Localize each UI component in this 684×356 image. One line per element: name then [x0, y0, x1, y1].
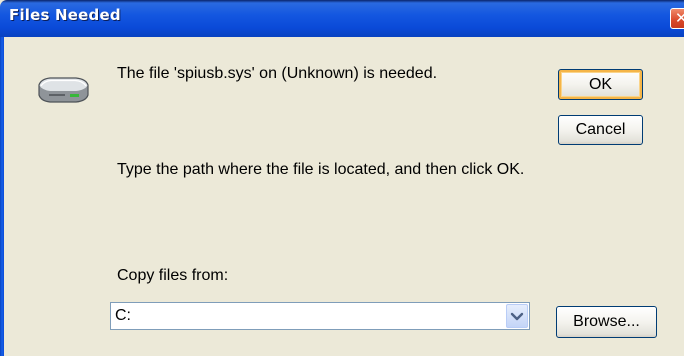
files-needed-dialog: Files Needed ✕ The file 'spiusb.sys' on …	[0, 0, 684, 356]
copy-files-from-combobox[interactable]	[110, 302, 530, 330]
copy-files-from-label: Copy files from:	[117, 267, 229, 284]
title-bar[interactable]: Files Needed ✕	[0, 0, 684, 37]
chevron-down-icon	[510, 312, 524, 321]
window-frame-left	[0, 37, 4, 356]
window-title: Files Needed	[9, 6, 121, 24]
instruction-text: Type the path where the file is located,…	[117, 161, 525, 178]
ok-button[interactable]: OK	[558, 69, 643, 100]
dropdown-arrow-button[interactable]	[506, 304, 528, 328]
cancel-button[interactable]: Cancel	[558, 115, 643, 145]
browse-button[interactable]: Browse...	[556, 306, 657, 338]
copy-files-from-input[interactable]	[115, 306, 495, 326]
hard-drive-icon	[38, 77, 89, 103]
close-icon: ✕	[675, 9, 684, 27]
file-needed-message: The file 'spiusb.sys' on (Unknown) is ne…	[117, 65, 438, 82]
close-button[interactable]: ✕	[670, 8, 684, 29]
